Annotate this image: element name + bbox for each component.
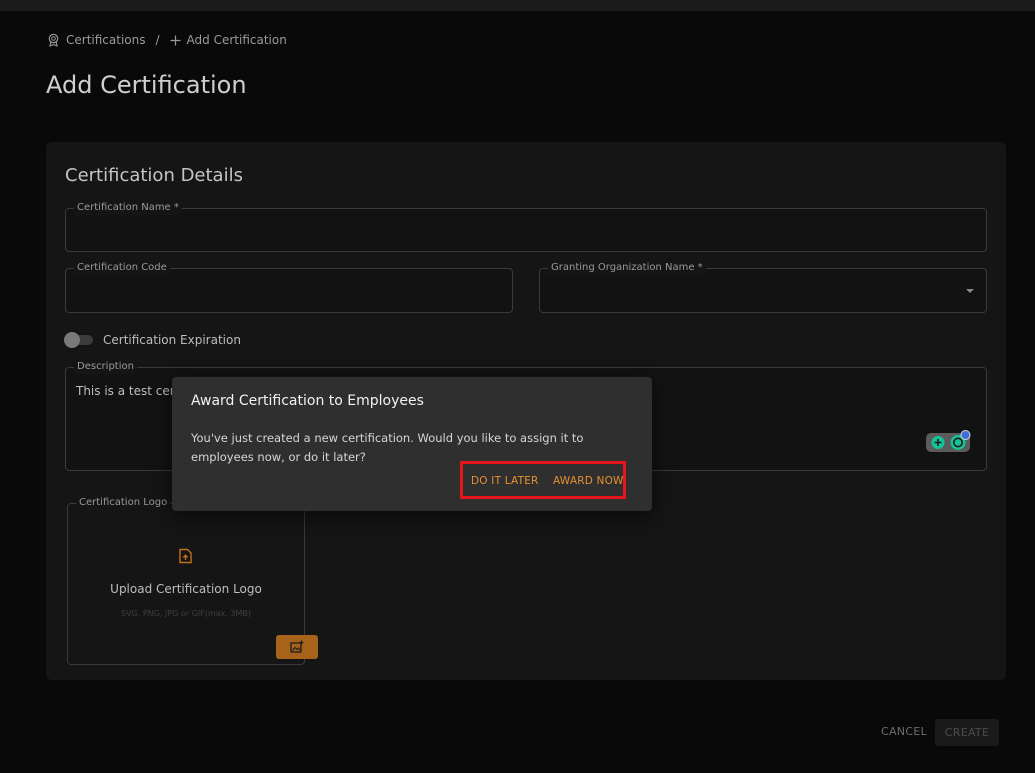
upload-logo-hint: SVG, PNG, JPG or GIF(max. 3MB) xyxy=(121,609,251,618)
award-icon xyxy=(47,33,60,47)
award-now-button[interactable]: AWARD NOW xyxy=(553,475,624,487)
image-add-icon xyxy=(290,638,304,657)
granting-organization-select[interactable]: Granting Organization Name * xyxy=(539,261,987,313)
section-title: Certification Details xyxy=(65,165,243,186)
certification-logo-dropzone[interactable]: Certification Logo Upload Certification … xyxy=(67,496,305,665)
plus-icon xyxy=(170,35,181,46)
description-value: This is a test certi xyxy=(76,384,183,398)
cancel-button[interactable]: CANCEL xyxy=(881,725,927,738)
chevron-down-icon xyxy=(966,289,974,293)
certification-name-label: Certification Name * xyxy=(74,201,182,215)
create-button[interactable]: CREATE xyxy=(935,719,999,746)
certification-expiration-label: Certification Expiration xyxy=(103,333,241,347)
breadcrumb-current: Add Certification xyxy=(186,33,287,47)
certification-name-field[interactable]: Certification Name * xyxy=(65,201,987,252)
page-title: Add Certification xyxy=(46,71,247,99)
certification-code-field[interactable]: Certification Code xyxy=(65,261,513,313)
breadcrumb: Certifications / Add Certification xyxy=(47,32,287,48)
breadcrumb-certifications-link[interactable]: Certifications xyxy=(66,33,145,47)
granting-organization-label: Granting Organization Name * xyxy=(548,261,706,275)
certification-expiration-toggle[interactable] xyxy=(64,332,93,348)
breadcrumb-separator: / xyxy=(155,33,160,47)
certification-logo-label: Certification Logo xyxy=(76,496,171,510)
add-image-button[interactable] xyxy=(276,635,318,659)
dialog-title: Award Certification to Employees xyxy=(191,393,424,409)
do-it-later-button[interactable]: DO IT LATER xyxy=(471,475,539,487)
upload-logo-title: Upload Certification Logo xyxy=(110,582,262,596)
file-upload-icon xyxy=(178,548,193,568)
top-bar xyxy=(0,0,1035,11)
grammarly-icon[interactable] xyxy=(926,430,972,454)
certification-expiration-row: Certification Expiration xyxy=(64,332,241,348)
toggle-thumb xyxy=(64,332,80,348)
certification-code-label: Certification Code xyxy=(74,261,170,275)
award-certification-dialog: Award Certification to Employees You've … xyxy=(172,377,652,511)
description-label: Description xyxy=(74,360,137,374)
